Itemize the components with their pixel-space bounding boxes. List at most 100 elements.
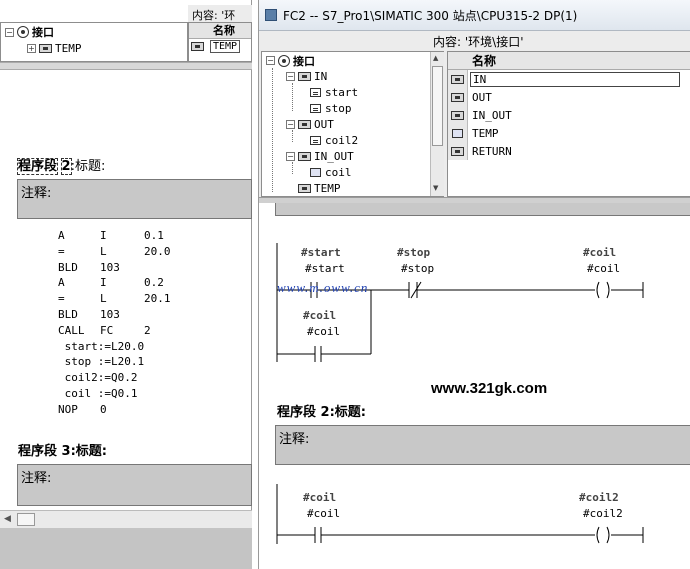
left-network-2-title[interactable]: 程序段 2:标题: [16, 155, 105, 175]
scroll-down-arrow-icon[interactable]: ▼ [433, 184, 438, 192]
stl-line[interactable]: = L 20.0 [58, 244, 171, 260]
interface-icon [17, 26, 29, 38]
tree-item-coil[interactable]: coil [310, 165, 352, 180]
tree-item-stop[interactable]: stop [310, 101, 352, 116]
coil2-left-arc[interactable] [596, 526, 600, 544]
scroll-left-arrow-icon[interactable]: ◀ [4, 514, 11, 524]
name-row-in-out[interactable]: IN_OUT [448, 106, 690, 124]
stl-operand: 103 [100, 307, 120, 321]
stl-line[interactable]: coil :=Q0.1 [58, 386, 171, 402]
tree-item-start[interactable]: start [310, 85, 358, 100]
left-network-2-prefix: 程序段 [16, 158, 59, 175]
tree-item-out[interactable]: − OUT [286, 117, 334, 132]
stl-operand: L [100, 292, 107, 306]
stl-value: 0.1 [144, 229, 164, 242]
left-tree-temp[interactable]: + TEMP [27, 41, 82, 55]
tree-connector [272, 68, 273, 192]
inout-variable-icon [310, 168, 321, 177]
declaration-area: 内容: '环境\接口' − 接口 − IN start stop − OUT c… [259, 31, 690, 197]
stl-parameter: coil2:=Q0.2 [58, 371, 138, 385]
stl-line[interactable]: NOP 0 [58, 402, 171, 418]
name-row-out[interactable]: OUT [448, 88, 690, 106]
coil-right-arc[interactable] [606, 281, 610, 299]
tree-item-start-label: start [325, 86, 359, 99]
stl-line[interactable]: A I 0.1 [58, 228, 171, 244]
name-row-in[interactable]: IN [448, 70, 690, 88]
tree-item-in-label: IN [314, 70, 328, 83]
watermark-text: www.321gk.com [431, 380, 548, 397]
name-column-header[interactable]: 名称 [448, 52, 690, 70]
left-horizontal-scrollbar[interactable]: ◀ [0, 510, 252, 528]
scroll-up-arrow-icon[interactable]: ▲ [433, 54, 438, 62]
name-row-temp[interactable]: TEMP [448, 124, 690, 142]
op-stop-address[interactable]: #stop [401, 262, 434, 275]
collapse-icon[interactable]: − [286, 152, 295, 161]
stl-line[interactable]: BLD 103 [58, 307, 171, 323]
variable-folder-icon [451, 146, 464, 156]
stl-value: 0.2 [144, 276, 164, 290]
right-network-2-title[interactable]: 程序段 2:标题: [277, 401, 366, 420]
scrollbar-thumb[interactable] [17, 513, 35, 526]
right-network-2-comment[interactable]: 注释: [275, 425, 690, 465]
stl-parameter: coil :=Q0.1 [58, 386, 138, 400]
collapse-icon[interactable]: − [286, 120, 295, 129]
op-coil2-symbol[interactable]: #coil2 [579, 491, 619, 504]
stl-line[interactable]: CALL FC 2 [58, 323, 171, 339]
declaration-name-list: 名称 IN OUT IN_OUT TEMP RETURN [447, 51, 690, 197]
stl-operand: L [100, 244, 107, 258]
op-contact-symbol[interactable]: #coil [303, 491, 336, 504]
left-name-pane: 名称 TEMP [188, 22, 252, 62]
variable-folder-icon [451, 110, 464, 120]
left-empty-area [0, 528, 252, 569]
left-name-header[interactable]: 名称 [189, 23, 251, 39]
tree-item-interface[interactable]: − 接口 [266, 53, 315, 68]
tree-item-out-label: OUT [314, 118, 334, 131]
tree-item-temp[interactable]: TEMP [286, 181, 341, 196]
left-network-2-comment[interactable]: 注释: [17, 179, 252, 219]
collapse-icon[interactable]: − [286, 72, 295, 81]
stl-parameter: stop :=L20.1 [58, 355, 145, 369]
interface-icon [278, 54, 290, 67]
tree-item-in-out[interactable]: − IN_OUT [286, 149, 354, 164]
tree-item-coil2[interactable]: coil2 [310, 133, 358, 148]
collapse-icon[interactable]: − [5, 27, 14, 37]
op-start-symbol[interactable]: #start [301, 246, 341, 259]
variable-icon [310, 104, 321, 113]
content-label: 内容: '环境\接口' [433, 35, 524, 49]
op-contact-address[interactable]: #coil [307, 507, 340, 520]
op-coil-address[interactable]: #coil [587, 262, 620, 275]
stl-line[interactable]: coil2:=Q0.2 [58, 370, 171, 386]
name-row-return[interactable]: RETURN [448, 142, 690, 160]
coil2-right-arc[interactable] [606, 526, 610, 544]
stl-line[interactable]: BLD 103 [58, 260, 171, 276]
op-coil2-address[interactable]: #coil2 [583, 507, 623, 520]
tree-vertical-scrollbar[interactable]: ▲ ▼ [430, 52, 444, 196]
stl-line[interactable]: stop :=L20.1 [58, 354, 171, 370]
tree-item-in[interactable]: − IN [286, 69, 327, 84]
stl-operand: 103 [100, 260, 120, 274]
left-network-3-title[interactable]: 程序段 3:标题: [18, 440, 107, 459]
left-splitter[interactable] [0, 62, 252, 70]
stl-parameter: start:=L20.0 [58, 339, 145, 353]
op-coil-symbol[interactable]: #coil [583, 246, 616, 259]
scrollbar-thumb[interactable] [432, 66, 443, 146]
stl-opcode: = [58, 292, 65, 306]
op-branch-address[interactable]: #coil [307, 325, 340, 338]
stl-line[interactable]: A I 0.2 [58, 275, 171, 291]
variable-folder-icon [451, 74, 464, 84]
left-name-row-temp[interactable]: TEMP [189, 39, 251, 54]
window-title-bar[interactable]: FC2 -- S7_Pro1\SIMATIC 300 站点\CPU315-2 D… [259, 0, 690, 31]
op-start-address[interactable]: #start [305, 262, 345, 275]
left-network-3-comment[interactable]: 注释: [17, 464, 252, 506]
expand-icon[interactable]: + [27, 43, 36, 53]
name-row-label: OUT [472, 90, 492, 104]
collapse-icon[interactable]: − [266, 56, 275, 65]
stl-line[interactable]: = L 20.1 [58, 291, 171, 307]
op-branch-symbol[interactable]: #coil [303, 309, 336, 322]
stl-line[interactable]: start:=L20.0 [58, 339, 171, 355]
coil-left-arc[interactable] [596, 281, 600, 299]
left-tree-root[interactable]: − 接口 [5, 25, 54, 39]
watermark-overlay: www.m.oww.cn [277, 280, 369, 295]
op-stop-symbol[interactable]: #stop [397, 246, 430, 259]
tree-item-temp-label: TEMP [314, 182, 341, 195]
